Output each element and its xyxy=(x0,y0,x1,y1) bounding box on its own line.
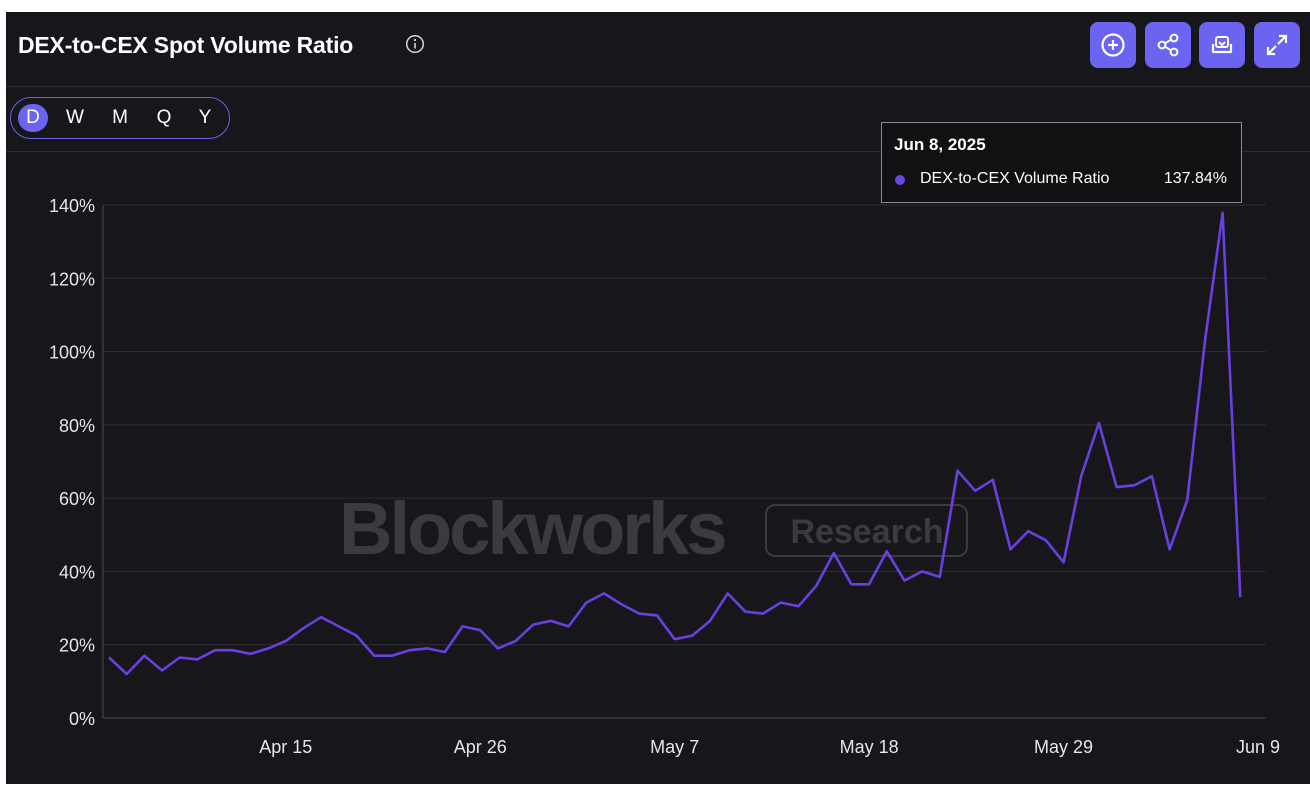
tooltip-value: 137.84% xyxy=(1163,170,1227,187)
x-tick-label: May 7 xyxy=(650,737,699,757)
x-tick-label: Apr 15 xyxy=(259,737,312,757)
y-axis: 0% 20% 40% 60% 80% 100% 120% 140% xyxy=(49,196,95,729)
x-tick-label: Jun 9 xyxy=(1236,737,1280,757)
y-tick-label: 100% xyxy=(49,343,95,363)
y-tick-label: 20% xyxy=(59,636,95,656)
watermark-brand: Blockworks xyxy=(339,487,725,570)
tooltip-date: Jun 8, 2025 xyxy=(894,135,986,154)
y-tick-label: 40% xyxy=(59,562,95,582)
tooltip-series-marker xyxy=(895,175,905,185)
y-tick-label: 0% xyxy=(69,709,95,729)
y-tick-label: 80% xyxy=(59,416,95,436)
series-layer xyxy=(108,211,1242,676)
x-tick-label: Apr 26 xyxy=(454,737,507,757)
y-tick-label: 60% xyxy=(59,489,95,509)
y-tick-label: 120% xyxy=(49,269,95,289)
tooltip-series-name: DEX-to-CEX Volume Ratio xyxy=(920,170,1110,187)
y-tick-label: 140% xyxy=(49,196,95,216)
tooltip: Jun 8, 2025 DEX-to-CEX Volume Ratio 137.… xyxy=(881,122,1242,203)
x-axis: Apr 15 Apr 26 May 7 May 18 May 29 Jun 9 xyxy=(259,737,1280,757)
chart-panel: DEX-to-CEX Spot Volume Ratio D W M Q Y B… xyxy=(6,12,1310,784)
x-tick-label: May 18 xyxy=(840,737,899,757)
watermark-badge: Research xyxy=(790,513,943,551)
series-line xyxy=(108,211,1242,676)
grid-lines xyxy=(102,204,1266,719)
x-tick-label: May 29 xyxy=(1034,737,1093,757)
watermark: Blockworks Research xyxy=(339,487,968,570)
